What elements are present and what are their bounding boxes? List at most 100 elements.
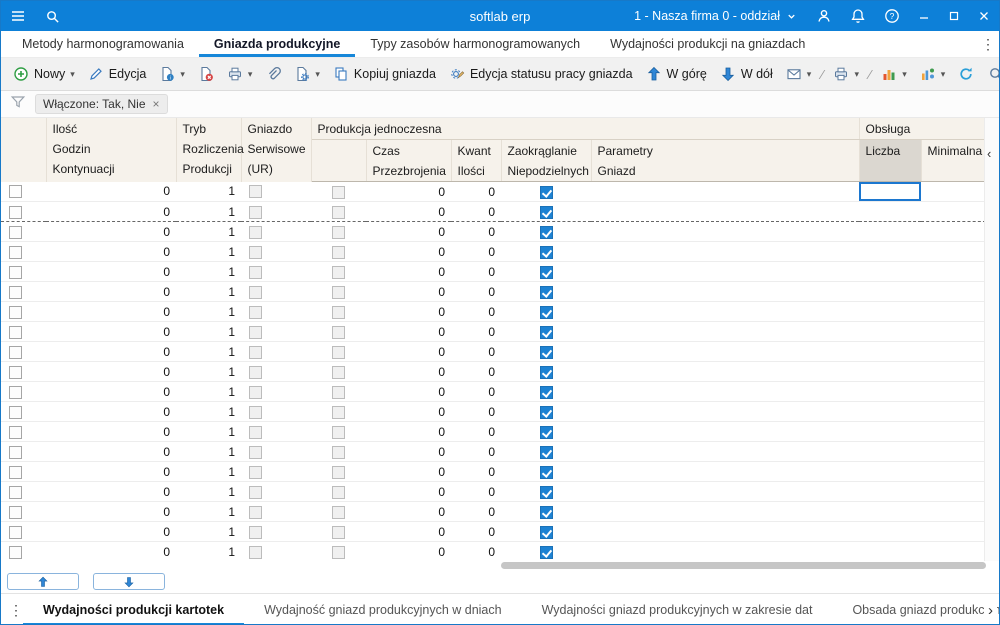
filter-chip-wlaczone[interactable]: Włączone: Tak, Nie × [35,94,168,114]
cell-ilosc-godzin[interactable]: 0 [46,402,176,422]
cell-ilosc-godzin[interactable]: 0 [46,542,176,562]
row-select-checkbox[interactable] [9,306,22,319]
company-selector[interactable]: 1 - Nasza firma 0 - oddział [624,1,807,31]
zaokraglanie-checkbox[interactable] [540,266,553,279]
cell-tryb-rozliczenia[interactable]: 1 [176,202,241,222]
cell-kwant-ilosci[interactable]: 0 [451,342,501,362]
table-row[interactable]: 0 1 0 0 [1,362,986,382]
cell-kwant-ilosci[interactable]: 0 [451,422,501,442]
cell-minimalna[interactable] [921,242,986,262]
cell-tryb-rozliczenia[interactable]: 1 [176,442,241,462]
cell-tryb-rozliczenia[interactable]: 1 [176,342,241,362]
bottom-tab-obsada-gniazd[interactable]: Obsada gniazd produkcyjnych [832,594,999,625]
row-select-checkbox[interactable] [9,386,22,399]
header-select-all[interactable] [1,118,46,182]
zaokraglanie-checkbox[interactable] [540,446,553,459]
cell-tryb-rozliczenia[interactable]: 1 [176,462,241,482]
cell-tryb-rozliczenia[interactable]: 1 [176,182,241,202]
cell-minimalna[interactable] [921,322,986,342]
bottom-tab-wydajnosci-kartotek[interactable]: Wydajności produkcji kartotek [23,594,244,625]
zaokraglanie-checkbox[interactable] [540,206,553,219]
produkcja-jednoczesna-checkbox[interactable] [332,266,345,279]
cell-minimalna[interactable] [921,222,986,242]
cell-czas-przezbrojenia[interactable]: 0 [366,342,451,362]
cell-tryb-rozliczenia[interactable]: 1 [176,262,241,282]
table-row[interactable]: 0 1 0 0 [1,262,986,282]
cell-ilosc-godzin[interactable]: 0 [46,362,176,382]
print-button[interactable]: ▾ [221,62,259,86]
cell-liczba[interactable] [859,522,921,542]
cell-liczba[interactable] [859,422,921,442]
header-czas-przezbrojenia[interactable]: Czas Przezbrojenia [366,140,451,182]
delete-button[interactable] [192,62,220,86]
cell-liczba[interactable] [859,362,921,382]
cell-parametry-gniazd[interactable] [591,442,859,462]
edit-button[interactable]: Edycja [82,62,153,86]
collapse-panel-chevron[interactable]: ‹ [987,146,991,161]
serwisowe-checkbox[interactable] [249,546,262,559]
cell-liczba[interactable] [859,202,921,222]
table-row[interactable]: 0 1 0 0 [1,402,986,422]
zaokraglanie-checkbox[interactable] [540,186,553,199]
header-parametry-gniazd[interactable]: Parametry Gniazd [591,140,859,182]
cell-liczba[interactable] [859,442,921,462]
tab-metody-harmonogramowania[interactable]: Metody harmonogramowania [7,31,199,57]
header-tryb-rozliczenia-produkcji[interactable]: Tryb Rozliczenia Produkcji [176,118,241,182]
menu-button[interactable] [1,1,35,31]
cell-parametry-gniazd[interactable] [591,522,859,542]
table-row[interactable]: 0 1 0 0 [1,542,986,562]
cell-tryb-rozliczenia[interactable]: 1 [176,242,241,262]
cell-tryb-rozliczenia[interactable]: 1 [176,522,241,542]
row-select-checkbox[interactable] [9,406,22,419]
row-select-checkbox[interactable] [9,185,22,198]
table-row[interactable]: 0 1 0 0 [1,222,986,242]
cell-minimalna[interactable] [921,422,986,442]
edit-status-button[interactable]: Edycja statusu pracy gniazda [443,62,639,86]
cell-parametry-gniazd[interactable] [591,322,859,342]
next-tab-chevron[interactable]: › [984,594,997,625]
table-row[interactable]: 0 1 0 0 [1,522,986,542]
zaokraglanie-checkbox[interactable] [540,506,553,519]
table-row[interactable]: 0 1 0 0 [1,202,986,222]
cell-ilosc-godzin[interactable]: 0 [46,422,176,442]
produkcja-jednoczesna-checkbox[interactable] [332,546,345,559]
cell-parametry-gniazd[interactable] [591,422,859,442]
tab-overflow-button[interactable]: ⋮ [977,31,999,57]
attachment-button[interactable] [259,62,287,86]
cell-parametry-gniazd[interactable] [591,262,859,282]
zaokraglanie-checkbox[interactable] [540,386,553,399]
cell-czas-przezbrojenia[interactable]: 0 [366,362,451,382]
cell-liczba[interactable] [859,222,921,242]
cell-ilosc-godzin[interactable]: 0 [46,322,176,342]
header-gniazdo-serwisowe[interactable]: Gniazdo Serwisowe (UR) [241,118,311,182]
produkcja-jednoczesna-checkbox[interactable] [332,226,345,239]
cell-kwant-ilosci[interactable]: 0 [451,182,501,202]
produkcja-jednoczesna-checkbox[interactable] [332,326,345,339]
cell-czas-przezbrojenia[interactable]: 0 [366,402,451,422]
row-select-checkbox[interactable] [9,506,22,519]
cell-parametry-gniazd[interactable] [591,482,859,502]
global-search-button[interactable] [35,1,69,31]
cell-ilosc-godzin[interactable]: 0 [46,522,176,542]
cell-liczba[interactable] [859,282,921,302]
cell-liczba[interactable] [859,482,921,502]
table-row[interactable]: 0 1 0 0 [1,422,986,442]
notifications-button[interactable] [841,1,875,31]
cell-tryb-rozliczenia[interactable]: 1 [176,542,241,562]
row-select-checkbox[interactable] [9,286,22,299]
row-select-checkbox[interactable] [9,546,22,559]
serwisowe-checkbox[interactable] [249,486,262,499]
move-up-button[interactable]: W górę [640,62,713,86]
tab-gniazda-produkcyjne[interactable]: Gniazda produkcyjne [199,31,355,57]
cell-kwant-ilosci[interactable]: 0 [451,222,501,242]
zaokraglanie-checkbox[interactable] [540,286,553,299]
cell-minimalna[interactable] [921,402,986,422]
serwisowe-checkbox[interactable] [249,446,262,459]
cell-parametry-gniazd[interactable] [591,342,859,362]
cell-tryb-rozliczenia[interactable]: 1 [176,502,241,522]
zaokraglanie-checkbox[interactable] [540,346,553,359]
mail-button[interactable]: ▾ [780,62,818,86]
cell-minimalna[interactable] [921,282,986,302]
zaokraglanie-checkbox[interactable] [540,326,553,339]
cell-parametry-gniazd[interactable] [591,302,859,322]
